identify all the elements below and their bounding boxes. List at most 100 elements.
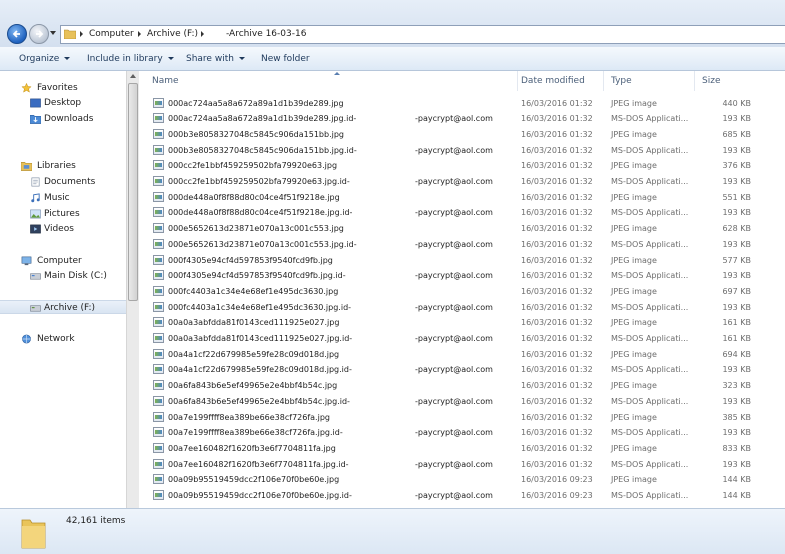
file-name: 00a0a3abfdda81f0143ced111925e027.jpg [168, 318, 340, 328]
file-row[interactable]: 000ac724aa5a8a672a89a1d1b39de289.jpg.id-… [139, 111, 785, 126]
column-header-type[interactable]: Type [604, 71, 695, 91]
include-in-library-button[interactable]: Include in library [87, 54, 174, 64]
file-row[interactable]: 000cc2fe1bbf459259502bfa79920e63.jpg 16/0… [139, 158, 785, 173]
file-size: 323 KB [722, 381, 751, 391]
file-row[interactable]: 00a7e199ffff8ea389be66e38cf726fa.jpg 16/0… [139, 410, 785, 425]
file-row[interactable]: 00a0a3abfdda81f0143ced111925e027.jpg 16/0… [139, 315, 785, 330]
nav-documents-label: Documents [44, 177, 96, 187]
details-pane: 42,161 items [0, 508, 785, 554]
file-name: 00a7ee160482f1620fb3e6f7704811fa.jpg.id- [168, 459, 349, 469]
file-name-suffix: -paycrypt@aol.com [415, 491, 493, 500]
file-row[interactable]: 000b3e8058327048c5845c906da151bb.jpg.id-… [139, 143, 785, 158]
file-row[interactable]: 00a0a3abfdda81f0143ced111925e027.jpg.id-… [139, 331, 785, 346]
file-row[interactable]: 000ac724aa5a8a672a89a1d1b39de289.jpg 16/0… [139, 96, 785, 111]
file-row[interactable]: 000de448a0f8f88d80c04ce4f51f9218e.jpg.id… [139, 205, 785, 220]
file-type: JPEG image [611, 475, 657, 485]
file-row[interactable]: 00a09b95519459dcc2f106e70f0be60e.jpg.id-… [139, 488, 785, 503]
file-row[interactable]: 000e5652613d23871e070a13c001c553.jpg 16/0… [139, 221, 785, 236]
application-file-icon [153, 333, 164, 343]
application-file-icon [153, 144, 164, 155]
file-row[interactable]: 000f4305e94cf4d597853f9540fcd9fb.jpg.id-… [139, 268, 785, 283]
file-row[interactable]: 00a4a1cf22d679985e59fe28c09d018d.jpg.id-… [139, 362, 785, 377]
file-date-modified: 16/03/2016 01:32 [521, 192, 593, 202]
recent-pages-chevron-icon[interactable] [50, 31, 56, 35]
column-header-date[interactable]: Date modified [514, 71, 604, 91]
nav-music-label: Music [44, 193, 70, 203]
file-name: 00a7e199ffff8ea389be66e38cf726fa.jpg.id- [168, 428, 343, 438]
column-header-name[interactable]: Name [145, 71, 518, 91]
share-with-label: Share with [186, 54, 234, 64]
file-row[interactable]: 000de448a0f8f88d80c04ce4f51f9218e.jpg 16/… [139, 190, 785, 205]
file-size: 193 KB [722, 145, 751, 155]
breadcrumb-separator-icon[interactable] [138, 31, 141, 37]
file-name-suffix: -paycrypt@aol.com [415, 271, 493, 281]
file-date-modified: 16/03/2016 01:32 [521, 412, 593, 422]
breadcrumb-separator-icon[interactable] [201, 31, 204, 37]
file-type: JPEG image [611, 318, 657, 328]
navigation-pane: Favorites Desktop Downloads Libraries Do… [0, 71, 126, 508]
file-row[interactable]: 00a7ee160482f1620fb3e6f7704811fa.jpg 16/0… [139, 441, 785, 456]
file-name-suffix: -paycrypt@aol.com [415, 396, 493, 406]
hard-disk-icon [30, 273, 41, 280]
breadcrumb-current-folder[interactable]: -Archive 16-03-16 [226, 29, 306, 39]
breadcrumb-separator-icon[interactable] [80, 31, 83, 37]
file-name-suffix: -paycrypt@aol.com [415, 459, 493, 469]
file-size: 161 KB [722, 334, 751, 343]
address-field[interactable]: Computer Archive (F:) -Archive 16-03-16 [60, 25, 785, 44]
nav-main-disk[interactable]: Main Disk (C:) [0, 269, 126, 283]
file-row[interactable]: 00a4a1cf22d679985e59fe28c09d018d.jpg 16/0… [139, 347, 785, 362]
nav-desktop[interactable]: Desktop [0, 96, 126, 110]
share-with-button[interactable]: Share with [186, 54, 245, 64]
forward-button[interactable] [29, 24, 49, 44]
command-bar: Organize Include in library Share with N… [0, 47, 785, 71]
new-folder-button[interactable]: New folder [261, 54, 310, 64]
file-date-modified: 16/03/2016 01:32 [521, 428, 593, 438]
breadcrumb-computer[interactable]: Computer [89, 29, 134, 39]
file-type: MS-DOS Applicati... [611, 365, 689, 375]
file-type: JPEG image [611, 412, 657, 422]
nav-documents[interactable]: Documents [0, 175, 126, 189]
column-header-size[interactable]: Size [695, 71, 785, 91]
nav-network[interactable]: Network [0, 332, 126, 346]
navigation-pane-scrollbar[interactable] [126, 71, 139, 508]
nav-computer[interactable]: Computer [0, 254, 126, 268]
file-name: 000de448a0f8f88d80c04ce4f51f9218e.jpg [168, 192, 340, 202]
application-file-icon [153, 301, 164, 312]
organize-button[interactable]: Organize [19, 54, 71, 64]
file-type: MS-DOS Applicati... [611, 302, 689, 312]
file-row[interactable]: 00a09b95519459dcc2f106e70f0be60e.jpg 16/0… [139, 472, 785, 487]
nav-libraries[interactable]: Libraries [0, 159, 126, 173]
image-file-icon [153, 317, 164, 328]
nav-music[interactable]: Music [0, 191, 126, 205]
nav-downloads[interactable]: Downloads [0, 112, 126, 126]
image-file-icon [153, 160, 164, 171]
nav-videos[interactable]: Videos [0, 222, 126, 236]
file-size: 628 KB [722, 224, 751, 234]
file-row[interactable]: 00a6fa843b6e5ef49965e2e4bbf4b54c.jpg.id-… [139, 394, 785, 409]
file-size: 161 KB [722, 318, 751, 328]
back-button[interactable] [7, 24, 27, 44]
nav-favorites[interactable]: Favorites [0, 81, 126, 95]
breadcrumb-archive-drive[interactable]: Archive (F:) [147, 29, 198, 39]
nav-pictures[interactable]: Pictures [0, 207, 126, 221]
file-row[interactable]: 00a7e199ffff8ea389be66e38cf726fa.jpg.id-… [139, 425, 785, 440]
arrow-right-icon [36, 30, 44, 38]
nav-libraries-label: Libraries [37, 161, 76, 171]
file-row[interactable]: 000b3e8058327048c5845c906da151bb.jpg 16/0… [139, 127, 785, 142]
file-row[interactable]: 000fc4403a1c34e4e68ef1e495dc3630.jpg 16/0… [139, 284, 785, 299]
downloads-folder-icon [30, 115, 41, 124]
file-row[interactable]: 00a6fa843b6e5ef49965e2e4bbf4b54c.jpg 16/0… [139, 378, 785, 393]
file-row[interactable]: 000cc2fe1bbf459259502bfa79920e63.jpg.id-… [139, 174, 785, 189]
file-row[interactable]: 000f4305e94cf4d597853f9540fcd9fb.jpg 16/0… [139, 253, 785, 268]
file-type: MS-DOS Applicati... [611, 114, 689, 124]
scrollbar-thumb[interactable] [128, 83, 138, 301]
file-row[interactable]: 000e5652613d23871e070a13c001c553.jpg.id-… [139, 237, 785, 252]
file-row[interactable]: 00a7ee160482f1620fb3e6f7704811fa.jpg.id-… [139, 457, 785, 472]
file-size: 193 KB [722, 365, 751, 375]
file-row[interactable]: 000fc4403a1c34e4e68ef1e495dc3630.jpg.id-… [139, 300, 785, 315]
arrow-left-icon [12, 30, 20, 38]
file-name: 00a0a3abfdda81f0143ced111925e027.jpg.id- [168, 334, 353, 343]
scroll-up-icon[interactable] [130, 74, 136, 78]
nav-archive-drive[interactable]: Archive (F:) [0, 300, 126, 314]
file-type: JPEG image [611, 192, 657, 202]
